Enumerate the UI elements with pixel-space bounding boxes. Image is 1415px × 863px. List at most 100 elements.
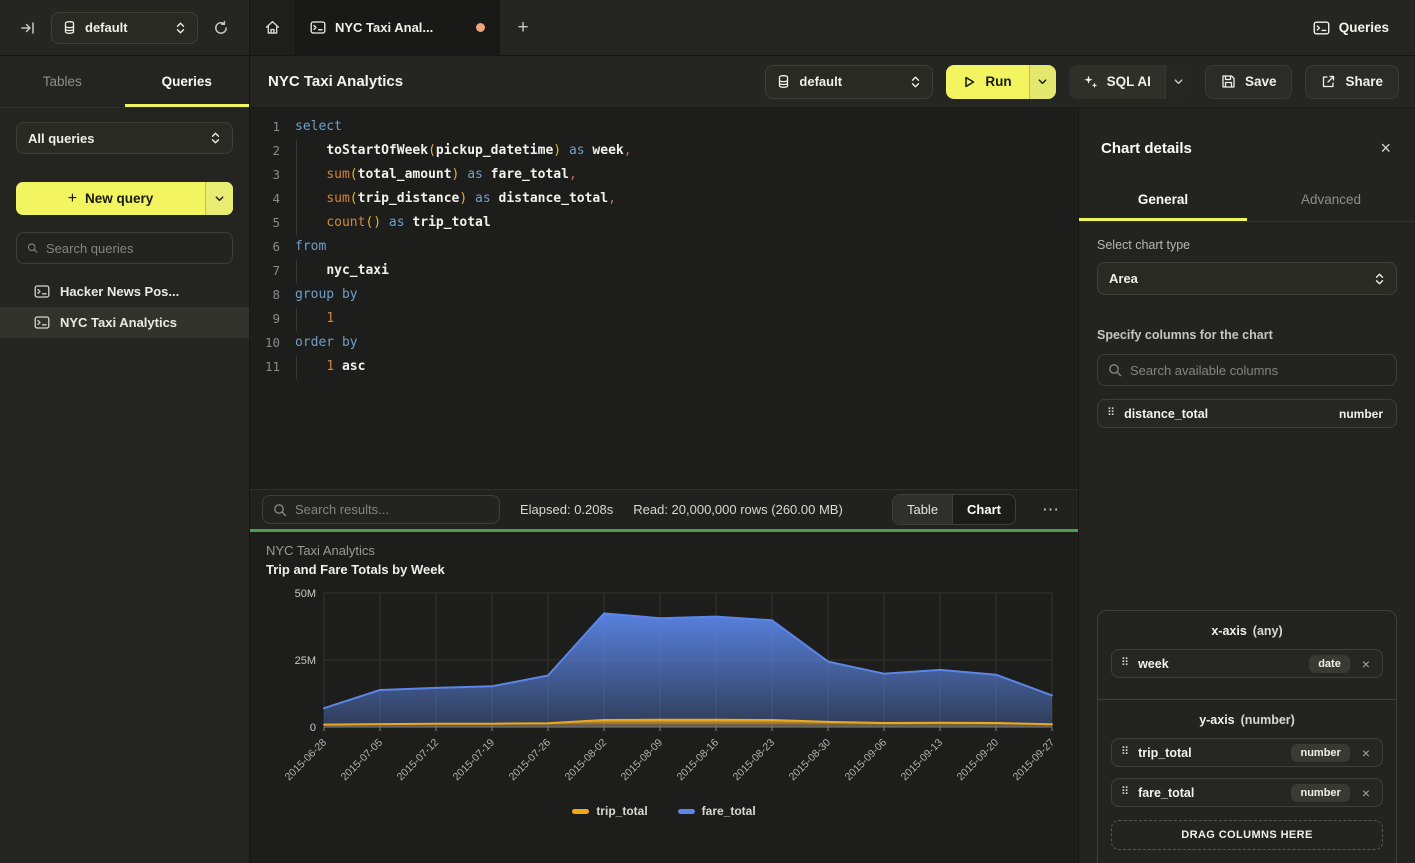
editor-line: 6from [250, 235, 1078, 259]
refresh-button[interactable] [211, 18, 231, 38]
svg-text:2015-08-16: 2015-08-16 [675, 737, 722, 784]
share-button[interactable]: Share [1305, 65, 1399, 99]
drop-zone[interactable]: DRAG COLUMNS HERE [1111, 820, 1383, 850]
column-row[interactable]: ⠿distance_totalnumber [1097, 399, 1397, 428]
drag-handle-icon[interactable]: ⠿ [1107, 408, 1115, 419]
x-axis-hint: (any) [1253, 624, 1283, 638]
collapse-sidebar-icon [20, 20, 36, 36]
legend-item[interactable]: fare_total [678, 804, 756, 818]
new-tab-button[interactable]: + [500, 0, 546, 55]
line-number: 10 [250, 331, 280, 355]
legend-swatch [572, 809, 589, 814]
chart-type-label: Select chart type [1097, 238, 1397, 252]
svg-text:2015-08-02: 2015-08-02 [563, 737, 610, 784]
editor-line: 7 nyc_taxi [250, 259, 1078, 283]
more-options-button[interactable]: ⋯ [1036, 500, 1066, 520]
run-database-selector[interactable]: default [765, 65, 933, 99]
svg-text:2015-09-13: 2015-09-13 [899, 737, 946, 784]
chevron-updown-icon [175, 21, 186, 35]
line-number: 4 [250, 187, 280, 211]
editor-line: 1select [250, 115, 1078, 139]
save-button[interactable]: Save [1205, 65, 1293, 99]
close-button[interactable]: × [1380, 139, 1391, 157]
query-search-input[interactable] [46, 241, 222, 256]
chart-subtitle: Trip and Fare Totals by Week [266, 562, 1062, 577]
svg-text:2015-08-23: 2015-08-23 [731, 737, 778, 784]
tab-general[interactable]: General [1079, 178, 1247, 221]
editor-line: 8group by [250, 283, 1078, 307]
sidebar-tab-tables[interactable]: Tables [0, 56, 125, 107]
svg-text:0: 0 [310, 722, 316, 734]
database-icon [777, 74, 790, 89]
sql-ai-button[interactable]: SQL AI [1069, 65, 1165, 99]
chevron-updown-icon [910, 75, 921, 89]
remove-column-button[interactable]: × [1359, 746, 1373, 760]
x-axis-rows: ⠿ week date × [1111, 649, 1383, 678]
results-search-input[interactable] [295, 502, 489, 517]
sidebar-tab-queries[interactable]: Queries [125, 56, 250, 107]
results-search [262, 495, 500, 524]
new-query-button[interactable]: + New query [16, 182, 233, 215]
legend-item[interactable]: trip_total [572, 804, 647, 818]
columns-search-input[interactable] [1130, 363, 1386, 378]
svg-text:2015-07-05: 2015-07-05 [339, 737, 386, 784]
drag-handle-icon[interactable]: ⠿ [1121, 658, 1129, 669]
query-list: Hacker News Pos...NYC Taxi Analytics [0, 276, 249, 338]
remove-column-button[interactable]: × [1359, 786, 1373, 800]
queries-button-label: Queries [1339, 20, 1389, 35]
x-axis-title: x-axis [1211, 624, 1246, 638]
refresh-icon [213, 20, 229, 36]
axis-config-box: x-axis (any) ⠿ week date × y-axis (number) ⠿ t… [1097, 610, 1397, 863]
page-title: NYC Taxi Analytics [268, 73, 403, 90]
tab-home[interactable] [250, 0, 296, 55]
tab-advanced[interactable]: Advanced [1247, 178, 1415, 221]
sql-editor[interactable]: 1select2 toStartOfWeek(pickup_datetime) … [250, 108, 1078, 489]
query-list-item[interactable]: Hacker News Pos... [0, 276, 249, 307]
sidebar-body: All queries + New query Hacker News Pos.… [0, 108, 249, 338]
x-axis-section: x-axis (any) ⠿ week date × [1098, 611, 1396, 699]
run-dropdown-button[interactable] [1029, 65, 1056, 99]
editor-line: 3 sum(total_amount) as fare_total, [250, 163, 1078, 187]
column-row[interactable]: ⠿fare_totalnumber× [1111, 778, 1383, 807]
column-name: week [1138, 657, 1300, 671]
line-number: 9 [250, 307, 280, 331]
run-button[interactable]: Run [946, 65, 1028, 99]
chevron-down-icon [214, 193, 225, 204]
chart-canvas: 2015-06-282015-07-052015-07-122015-07-19… [266, 583, 1062, 804]
tab-nyc-taxi-analytics[interactable]: NYC Taxi Anal... [296, 0, 500, 55]
y-axis-title: y-axis [1199, 713, 1234, 727]
terminal-icon [34, 315, 50, 330]
chevron-updown-icon [1374, 272, 1385, 286]
view-toggle-table[interactable]: Table [893, 495, 952, 524]
remove-column-button[interactable]: × [1359, 657, 1373, 671]
column-name: trip_total [1138, 746, 1282, 760]
y-axis-hint: (number) [1241, 713, 1295, 727]
editor-line: 11 1 asc [250, 355, 1078, 379]
svg-text:2015-06-28: 2015-06-28 [283, 737, 330, 784]
column-row[interactable]: ⠿trip_totalnumber× [1111, 738, 1383, 767]
terminal-icon [34, 284, 50, 299]
drag-handle-icon[interactable]: ⠿ [1121, 747, 1129, 758]
new-query-dropdown[interactable] [205, 182, 233, 215]
sql-ai-label: SQL AI [1107, 74, 1151, 89]
query-filter-select[interactable]: All queries [16, 122, 233, 154]
sql-ai-dropdown-button[interactable] [1165, 65, 1192, 99]
column-row[interactable]: ⠿ week date × [1111, 649, 1383, 678]
query-list-item[interactable]: NYC Taxi Analytics [0, 307, 249, 338]
clickhouse-console: default NYC Taxi Anal... + Queries [0, 0, 1415, 863]
share-icon [1321, 74, 1336, 89]
editor-line: 5 count() as trip_total [250, 211, 1078, 235]
svg-text:2015-09-20: 2015-09-20 [955, 737, 1002, 784]
unsaved-changes-dot [476, 23, 485, 32]
sparkle-icon [1083, 74, 1098, 89]
view-toggle-chart[interactable]: Chart [952, 495, 1015, 524]
collapse-sidebar-button[interactable] [18, 18, 38, 38]
drag-handle-icon[interactable]: ⠿ [1121, 787, 1129, 798]
database-selector[interactable]: default [51, 12, 198, 44]
svg-text:25M: 25M [295, 655, 316, 667]
panel-tabs: General Advanced [1079, 178, 1415, 222]
chart-type-select[interactable]: Area [1097, 262, 1397, 295]
column-type-badge: date [1309, 655, 1350, 673]
queries-button[interactable]: Queries [1313, 0, 1389, 55]
svg-text:2015-09-06: 2015-09-06 [843, 737, 890, 784]
